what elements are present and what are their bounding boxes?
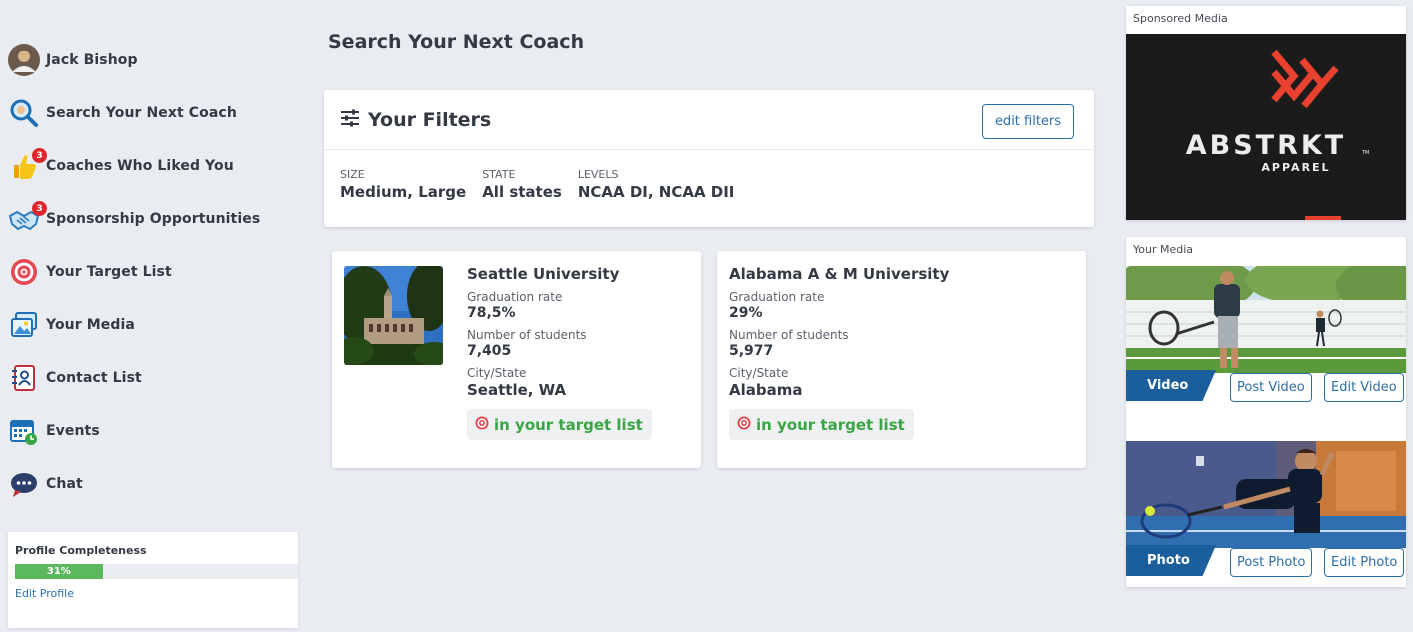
handshake-icon: 3 [8, 201, 47, 235]
filter-value: Medium, Large [340, 183, 467, 201]
edit-profile-link[interactable]: Edit Profile [15, 587, 298, 600]
edit-photo-button[interactable]: Edit Photo [1324, 548, 1405, 577]
video-block: Video Post Video Edit Video [1126, 266, 1406, 407]
sidebar-item-label: Your Target List [46, 264, 172, 280]
photo-block: Photo Post Photo Edit Photo [1126, 441, 1406, 582]
target-icon [737, 415, 751, 434]
school-name: Alabama A & M University [729, 265, 950, 283]
avatar [8, 44, 40, 76]
sidebar-item-label: Sponsorship Opportunities [46, 211, 261, 227]
filters-title: Your Filters [368, 108, 492, 131]
filters-header: Your Filters edit filters [324, 90, 1094, 150]
sidebar-item-label: Events [46, 423, 100, 439]
students-label: Number of students [729, 328, 849, 342]
your-media-panel: Your Media Video Post Video Edit Video P… [1126, 237, 1406, 587]
profile-completeness-title: Profile Completeness [15, 544, 147, 557]
grad-rate-value: 78,5% [467, 305, 516, 321]
city-state-value: Seattle, WA [467, 381, 567, 399]
profile-completeness-panel: Profile Completeness 31% Edit Profile [8, 532, 298, 628]
school-card[interactable]: Seattle University Graduation rate 78,5%… [332, 251, 701, 468]
post-video-button[interactable]: Post Video [1230, 373, 1312, 402]
target-icon [475, 415, 489, 434]
filters-card: Your Filters edit filters SIZE Medium, L… [324, 90, 1094, 227]
filter-label: LEVELS [577, 168, 619, 181]
user-name: Jack Bishop [46, 52, 138, 68]
sidebar-item-label: Your Media [46, 317, 135, 333]
sidebar-user[interactable]: Jack Bishop [8, 42, 138, 78]
sidebar-item-label: Chat [46, 476, 83, 492]
sidebar-item-search-coach[interactable]: Search Your Next Coach [8, 95, 237, 131]
school-name: Seattle University [467, 265, 620, 283]
sponsored-media-label: Sponsored Media [1133, 12, 1228, 25]
photo-thumbnail[interactable] [1126, 441, 1406, 548]
sidebar-item-media[interactable]: Your Media [8, 307, 135, 343]
profile-progress-fill: 31% [15, 564, 103, 579]
page-title: Search Your Next Coach [328, 31, 585, 53]
school-photo [344, 266, 443, 365]
edit-video-button[interactable]: Edit Video [1324, 373, 1404, 402]
sponsored-media-panel: Sponsored Media ABSTRKT TM APPAREL [1126, 6, 1406, 220]
sponsor-ad[interactable]: ABSTRKT TM APPAREL [1126, 34, 1406, 220]
filter-values: SIZE Medium, Large STATE All states LEVE… [324, 150, 1094, 201]
sidebar-item-label: Search Your Next Coach [46, 105, 237, 121]
filter-state: STATE All states [482, 168, 562, 201]
video-tag: Video [1126, 370, 1216, 401]
sidebar-item-chat[interactable]: Chat [8, 466, 83, 502]
city-state-label: City/State [729, 366, 789, 380]
search-icon [8, 97, 40, 129]
sidebar-item-coaches-liked[interactable]: 3 Coaches Who Liked You [8, 148, 234, 184]
filter-levels: LEVELS NCAA DI, NCAA DII [578, 168, 735, 201]
city-state-value: Alabama [729, 381, 803, 399]
photo-actions: Photo Post Photo Edit Photo [1126, 545, 1406, 582]
sponsor-tm-text: TM [1361, 150, 1369, 156]
target-list-label: in your target list [756, 415, 905, 434]
sliders-icon [340, 109, 360, 131]
school-info: Alabama A & M University Graduation rate… [729, 265, 949, 440]
sidebar-item-label: Contact List [46, 370, 142, 386]
sidebar-item-contact-list[interactable]: Contact List [8, 360, 142, 396]
students-value: 5,977 [729, 343, 774, 359]
students-value: 7,405 [467, 343, 512, 359]
filter-value: NCAA DI, NCAA DII [577, 183, 735, 201]
notification-badge: 3 [32, 201, 47, 216]
edit-filters-button[interactable]: edit filters [982, 104, 1074, 139]
grad-rate-label: Graduation rate [467, 290, 563, 304]
photo-tag: Photo [1126, 545, 1216, 576]
your-media-label: Your Media [1133, 243, 1194, 256]
thumbs-up-icon: 3 [8, 148, 47, 182]
video-thumbnail[interactable] [1126, 266, 1406, 373]
filter-label: STATE [482, 168, 516, 181]
grad-rate-value: 29% [729, 305, 763, 321]
sidebar-item-events[interactable]: Events [8, 413, 100, 449]
media-icon [8, 309, 40, 341]
target-list-status[interactable]: in your target list [729, 409, 914, 440]
post-photo-button[interactable]: Post Photo [1230, 548, 1313, 577]
filter-value: All states [482, 183, 562, 201]
school-card[interactable]: Alabama A & M University Graduation rate… [717, 251, 1086, 468]
school-info: Seattle University Graduation rate 78,5%… [467, 265, 652, 440]
sidebar: Jack Bishop Search Your Next Coach 3 Coa… [0, 0, 305, 632]
filter-size: SIZE Medium, Large [340, 168, 466, 201]
target-list-label: in your target list [494, 415, 643, 434]
target-icon [8, 256, 40, 288]
city-state-label: City/State [467, 366, 527, 380]
profile-progress-bar: 31% [15, 564, 298, 579]
chat-bubble-icon [8, 468, 40, 500]
sidebar-item-target-list[interactable]: Your Target List [8, 254, 172, 290]
filter-label: SIZE [340, 168, 365, 181]
calendar-icon [8, 415, 40, 447]
notification-badge: 3 [32, 148, 47, 163]
sidebar-item-label: Coaches Who Liked You [46, 158, 234, 174]
target-list-status[interactable]: in your target list [467, 409, 652, 440]
video-actions: Video Post Video Edit Video [1126, 370, 1406, 407]
students-label: Number of students [467, 328, 587, 342]
sidebar-item-sponsorship[interactable]: 3 Sponsorship Opportunities [8, 201, 260, 237]
contact-book-icon [8, 362, 40, 394]
grad-rate-label: Graduation rate [729, 290, 825, 304]
sponsor-brand-text: ABSTRKT [1186, 130, 1346, 161]
sponsor-sub-text: APPAREL [1261, 161, 1330, 174]
